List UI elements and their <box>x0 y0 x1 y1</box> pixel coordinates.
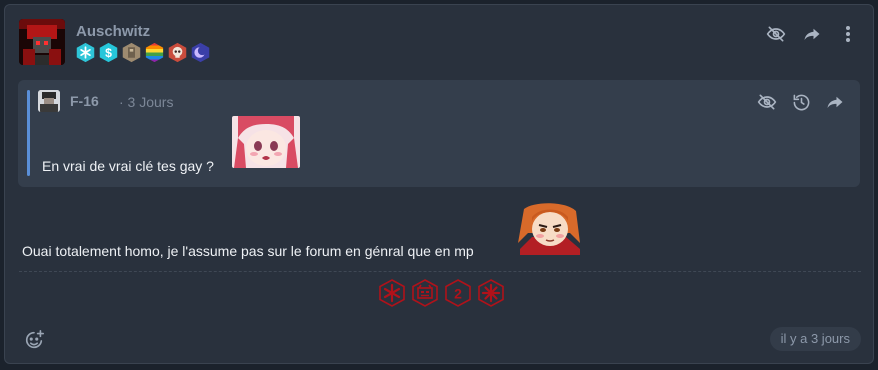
reaction-snowflake-icon[interactable] <box>378 279 406 307</box>
quote-text: En vrai de vrai clé tes gay ? <box>42 158 214 174</box>
reaction-number-icon[interactable]: 2 <box>444 279 472 307</box>
share-icon <box>827 96 843 108</box>
post-divider <box>19 271 861 272</box>
quote-hide-button[interactable] <box>756 91 778 113</box>
eye-off-icon <box>766 26 786 42</box>
author-avatar[interactable] <box>19 19 65 65</box>
author-name[interactable]: Auschwitz <box>76 23 150 40</box>
quote-author-name[interactable]: F-16 <box>70 93 99 109</box>
svg-text:$: $ <box>105 46 112 60</box>
reaction-list: 2 <box>378 279 505 307</box>
skull-badge[interactable] <box>167 42 188 63</box>
reaction-star-icon[interactable] <box>477 279 505 307</box>
quote-history-button[interactable] <box>790 91 812 113</box>
share-button[interactable] <box>801 23 823 45</box>
quote-time: · 3 Jours <box>119 94 174 110</box>
quote-author-avatar[interactable] <box>38 90 60 112</box>
post-timestamp[interactable]: il y a 3 jours <box>769 327 861 351</box>
reaction-number-label: 2 <box>454 286 462 302</box>
moon-badge[interactable] <box>190 42 211 63</box>
share-icon <box>804 28 820 40</box>
badge-list: $ <box>75 42 211 63</box>
post-actions <box>765 23 859 45</box>
history-icon <box>793 94 809 110</box>
more-menu-button[interactable] <box>837 23 859 45</box>
dollar-badge[interactable]: $ <box>98 42 119 63</box>
eye-off-icon <box>757 94 777 110</box>
post-sticker-image <box>514 203 584 255</box>
quote-accent-bar <box>27 90 30 176</box>
hide-button[interactable] <box>765 23 787 45</box>
stone-badge[interactable] <box>121 42 142 63</box>
rainbow-badge[interactable] <box>144 42 165 63</box>
reaction-devil-icon[interactable] <box>411 279 439 307</box>
quote-share-button[interactable] <box>824 91 846 113</box>
emoji-add-icon[interactable] <box>23 329 45 351</box>
quote-sticker-image <box>232 116 300 168</box>
more-vertical-icon <box>846 26 850 42</box>
post-body-text: Ouai totalement homo, je l'assume pas su… <box>22 243 474 259</box>
post-card: Auschwitz $ F-16 · 3 Jours En vrai de vr… <box>4 4 874 364</box>
quote-block: F-16 · 3 Jours En vrai de vrai clé tes g… <box>18 80 860 187</box>
quote-actions <box>756 91 846 113</box>
snowflake-badge[interactable] <box>75 42 96 63</box>
